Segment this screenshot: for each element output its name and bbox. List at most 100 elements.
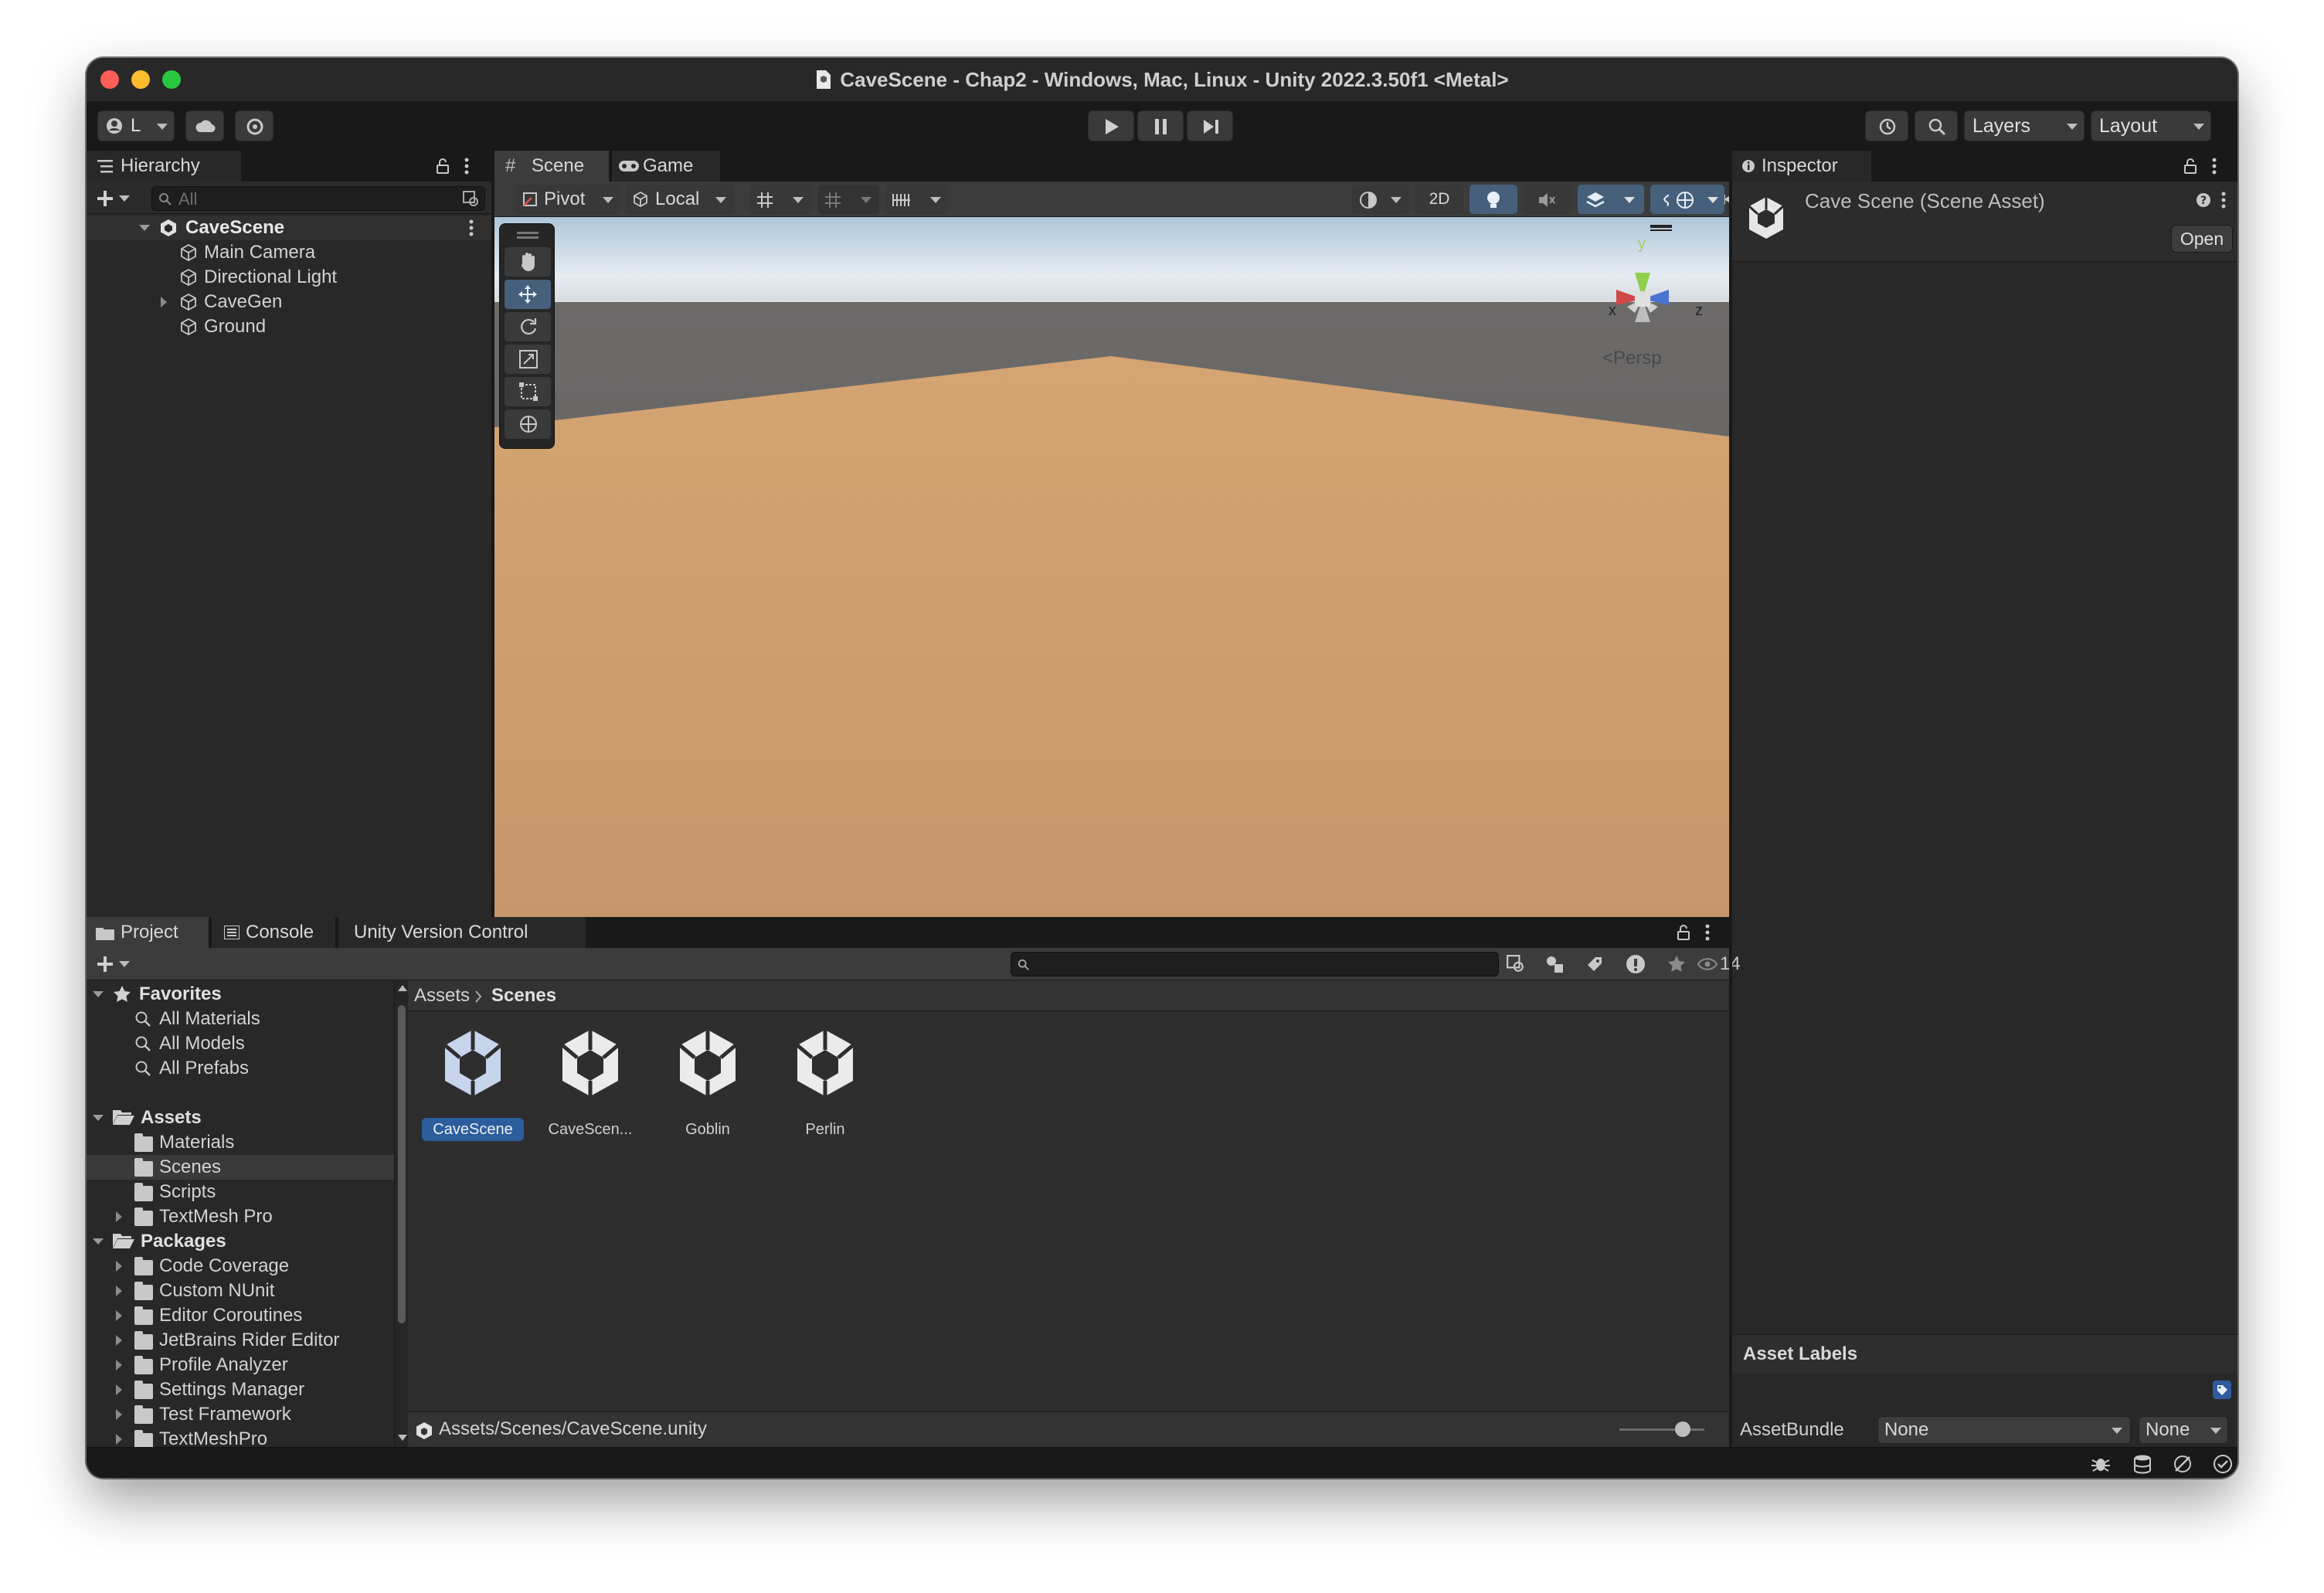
cache-server-icon[interactable] (2132, 1454, 2152, 1474)
expand-arrow-icon[interactable] (116, 1409, 122, 1420)
check-circle-icon[interactable] (2213, 1454, 2233, 1474)
auto-generate-lighting-icon[interactable] (2173, 1454, 2193, 1474)
more-options-icon[interactable] (2211, 157, 2217, 175)
increment-snap-button[interactable] (817, 185, 879, 214)
search-filter-icon[interactable] (463, 191, 480, 208)
search-filter-icon[interactable] (1507, 955, 1525, 973)
chevron-down-icon[interactable] (119, 195, 130, 202)
tab-project[interactable]: Project (87, 917, 209, 948)
asset-folder-materials[interactable]: Materials (87, 1130, 394, 1155)
draw-mode-dropdown[interactable] (1352, 185, 1409, 214)
ruler-snap-button[interactable] (885, 185, 947, 214)
hierarchy-item-cavegen[interactable]: CaveGen (87, 290, 491, 314)
scale-tool-button[interactable] (505, 345, 551, 374)
favorite-item-all-materials[interactable]: All Materials (87, 1007, 394, 1031)
package-folder-item[interactable]: TextMeshPro (87, 1427, 394, 1447)
expand-arrow-icon[interactable] (93, 1115, 104, 1121)
package-folder-item[interactable]: Profile Analyzer (87, 1353, 394, 1377)
lock-icon[interactable] (436, 158, 450, 174)
hand-tool-button[interactable] (505, 247, 551, 277)
more-options-icon[interactable] (468, 219, 474, 237)
local-dropdown[interactable]: Local (626, 185, 734, 214)
asset-tile-cavescene-2[interactable]: CaveScen... (538, 1028, 643, 1152)
lock-icon[interactable] (1677, 925, 1690, 940)
chevron-down-icon[interactable] (119, 961, 130, 967)
expand-arrow-icon[interactable] (116, 1434, 122, 1445)
tab-game[interactable]: Game (612, 151, 720, 182)
breadcrumb-scenes[interactable]: Scenes (491, 983, 556, 1008)
expand-arrow-icon[interactable] (116, 1211, 122, 1222)
more-options-icon[interactable] (1704, 923, 1711, 942)
package-folder-item[interactable]: Editor Coroutines (87, 1303, 394, 1328)
cloud-button[interactable] (185, 110, 224, 141)
filter-by-type-icon[interactable] (1545, 955, 1565, 973)
asset-tile-goblin[interactable]: Goblin (655, 1028, 760, 1152)
step-button[interactable] (1187, 110, 1233, 141)
package-folder-item[interactable]: Code Coverage (87, 1254, 394, 1279)
services-button[interactable] (235, 110, 274, 141)
eye-icon[interactable] (1697, 957, 1718, 971)
hierarchy-item-main-camera[interactable]: Main Camera (87, 240, 491, 265)
tab-scene[interactable]: # Scene (494, 151, 609, 182)
panel-divider[interactable] (491, 151, 494, 917)
pause-button[interactable] (1137, 110, 1184, 141)
favorite-item-all-models[interactable]: All Models (87, 1031, 394, 1056)
persp-toggle[interactable]: <Persp (1602, 347, 1662, 370)
package-folder-item[interactable]: Settings Manager (87, 1377, 394, 1402)
tab-console[interactable]: Console (212, 917, 335, 948)
2d-toggle-button[interactable]: 2D (1415, 185, 1463, 214)
hierarchy-item-ground[interactable]: Ground (87, 314, 491, 339)
assetbundle-variant-dropdown[interactable]: None (2139, 1416, 2228, 1444)
open-button[interactable]: Open (2171, 225, 2233, 253)
lock-icon[interactable] (2183, 158, 2197, 174)
plus-icon[interactable] (96, 955, 114, 973)
project-search-input[interactable] (1011, 952, 1499, 977)
expand-arrow-icon[interactable] (116, 1286, 122, 1296)
assetbundle-dropdown[interactable]: None (1877, 1416, 2131, 1444)
scroll-down-icon[interactable] (398, 1435, 407, 1441)
asset-tile-perlin[interactable]: Perlin (773, 1028, 878, 1152)
scrollbar-thumb[interactable] (398, 1005, 406, 1323)
pivot-dropdown[interactable]: Pivot (516, 185, 620, 214)
effects-dropdown[interactable] (1578, 185, 1644, 214)
expand-arrow-icon[interactable] (116, 1310, 122, 1321)
scroll-up-icon[interactable] (398, 985, 407, 991)
play-button[interactable] (1088, 110, 1134, 141)
layout-dropdown[interactable]: Layout (2091, 110, 2211, 141)
palette-grip-icon[interactable] (517, 232, 539, 234)
expand-arrow-icon[interactable] (139, 225, 150, 231)
warning-filter-icon[interactable] (1626, 954, 1646, 974)
scene-viewport[interactable]: y x z <Persp (494, 217, 1729, 971)
gizmos-dropdown[interactable] (1669, 185, 1724, 214)
hierarchy-item-directional-light[interactable]: Directional Light (87, 265, 491, 290)
hierarchy-search-input[interactable]: All (151, 186, 485, 211)
help-icon[interactable]: ? (2196, 192, 2211, 208)
asset-folder-textmesh-pro[interactable]: TextMesh Pro (87, 1204, 394, 1229)
package-folder-item[interactable]: Test Framework (87, 1402, 394, 1427)
plus-icon[interactable] (96, 189, 114, 208)
package-folder-item[interactable]: JetBrains Rider Editor (87, 1328, 394, 1353)
star-icon[interactable] (1667, 955, 1686, 973)
rect-tool-button[interactable] (505, 377, 551, 406)
tab-hierarchy[interactable]: Hierarchy (87, 151, 241, 182)
move-tool-button[interactable] (505, 280, 551, 309)
debug-bug-icon[interactable] (2091, 1454, 2111, 1474)
expand-arrow-icon[interactable] (116, 1335, 122, 1346)
icon-size-slider-track[interactable] (1619, 1428, 1704, 1431)
asset-folder-scripts[interactable]: Scripts (87, 1180, 394, 1204)
expand-arrow-icon[interactable] (93, 1238, 104, 1245)
search-button[interactable] (1915, 110, 1958, 141)
package-folder-item[interactable]: Custom NUnit (87, 1279, 394, 1303)
tree-scrollbar[interactable] (394, 980, 408, 1447)
breadcrumb-assets[interactable]: Assets (414, 983, 470, 1008)
panel-divider[interactable] (1729, 151, 1732, 1447)
favorite-item-all-prefabs[interactable]: All Prefabs (87, 1056, 394, 1081)
expand-arrow-icon[interactable] (116, 1384, 122, 1395)
asset-folder-scenes[interactable]: Scenes (87, 1155, 394, 1180)
more-options-icon[interactable] (464, 157, 470, 175)
icon-size-slider-thumb[interactable] (1675, 1421, 1690, 1437)
grid-snap-button[interactable] (749, 185, 811, 214)
history-button[interactable] (1865, 110, 1908, 141)
layers-dropdown[interactable]: Layers (1964, 110, 2084, 141)
expand-arrow-icon[interactable] (116, 1360, 122, 1371)
